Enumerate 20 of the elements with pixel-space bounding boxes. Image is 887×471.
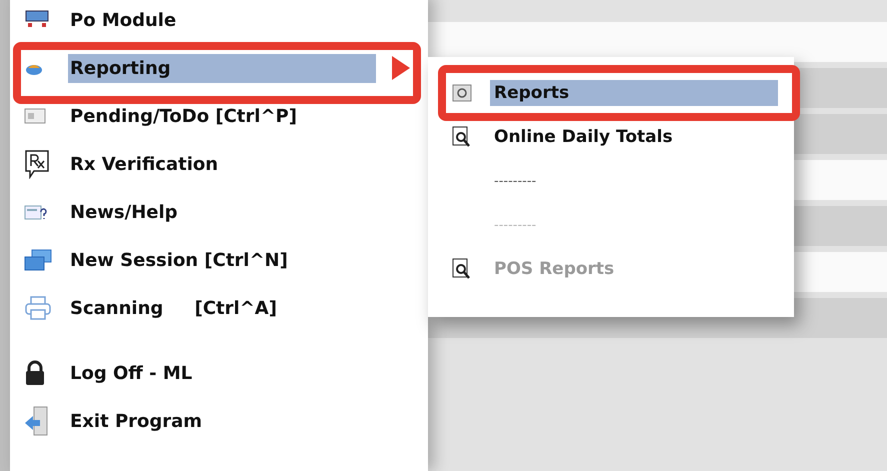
menu-item[interactable]: Rx Verification: [68, 150, 224, 178]
magnifier-page-icon: [452, 126, 472, 148]
help-icon: [24, 203, 48, 221]
exit-door-icon: [24, 406, 50, 436]
submenu-item[interactable]: Online Daily Totals: [490, 124, 677, 150]
windows-icon: [24, 249, 52, 271]
menu-item[interactable]: Exit Program: [68, 406, 208, 436]
printer-icon: [24, 295, 52, 321]
menu-item[interactable]: New Session [Ctrl^N]: [68, 246, 294, 274]
lock-icon: [24, 360, 46, 386]
menu-item[interactable]: Reporting: [68, 54, 376, 82]
menu-item[interactable]: News/Help: [68, 198, 184, 226]
menu-item[interactable]: Po Module: [68, 6, 182, 34]
rx-icon: [24, 149, 50, 179]
menu-item[interactable]: Log Off - ML: [68, 358, 198, 388]
submenu-item[interactable]: Reports: [490, 80, 778, 106]
menu-item[interactable]: Scanning [Ctrl^A]: [68, 294, 283, 322]
magnifier-page-icon: [452, 258, 472, 280]
menu-item[interactable]: Pending/ToDo [Ctrl^P]: [68, 102, 303, 130]
placeholder-item[interactable]: ---------: [490, 170, 540, 192]
